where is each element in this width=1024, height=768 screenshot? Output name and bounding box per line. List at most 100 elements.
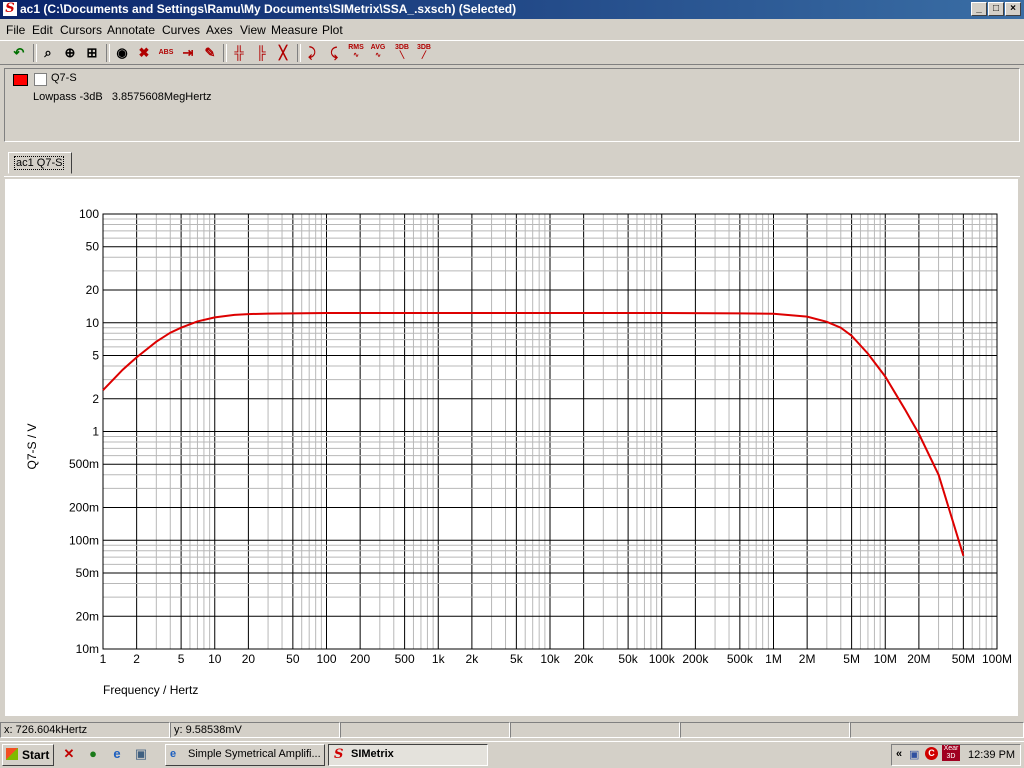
- window-title: ac1 (C:\Documents and Settings\Ramu\My D…: [20, 2, 517, 16]
- rms-icon-label: RMS: [348, 44, 364, 51]
- task-label: SIMetrix: [351, 748, 394, 760]
- new-axis-icon[interactable]: ╠: [251, 44, 271, 62]
- x-tick-label: 100: [316, 652, 336, 666]
- menu-measure[interactable]: Measure: [271, 23, 318, 37]
- legend-panel: Q7-S Lowpass -3dB 3.8575608MegHertz: [4, 68, 1020, 142]
- x-tick-label: 2: [133, 652, 140, 666]
- curve-select-checkbox[interactable]: [34, 73, 47, 86]
- close-button[interactable]: ×: [1005, 2, 1021, 16]
- status-bar: x: 726.604kHertz y: 9.58538mV: [0, 722, 1024, 739]
- delete-curve-icon[interactable]: ✖: [134, 44, 154, 62]
- menu-annotate[interactable]: Annotate: [107, 23, 155, 37]
- highpass-3db-icon-label: 3DB: [416, 44, 431, 51]
- toolbar-separator: [297, 44, 301, 62]
- lowpass-3db-icon[interactable]: 3DB ╲: [392, 44, 412, 62]
- y-axis-label: Q7-S / V: [25, 423, 39, 469]
- toolbar-separator: [106, 44, 110, 62]
- x-tick-label: 100M: [982, 652, 1012, 666]
- tab-ac1-q7s[interactable]: ac1 Q7-S: [8, 152, 72, 174]
- frequency-response-plot[interactable]: 1 2 5 10 20 50 100 200 500 1k 2k 5k 10k 20k 50k 100k 200…: [5, 179, 1018, 716]
- ie-task-icon: e: [170, 748, 177, 760]
- y-tick-label: 2: [92, 392, 99, 406]
- start-button[interactable]: Start: [2, 744, 54, 766]
- y-tick-label: 50: [86, 240, 100, 254]
- minimize-button[interactable]: _: [971, 2, 987, 16]
- zoom-box-icon[interactable]: ⊞: [82, 44, 102, 62]
- menu-curves[interactable]: Curves: [162, 23, 200, 37]
- system-tray: « ▣ C Xear 3D 12:39 PM: [891, 744, 1021, 766]
- lowpass-measurement: Lowpass -3dB 3.8575608MegHertz: [33, 91, 212, 103]
- x-tick-label: 2k: [466, 652, 480, 666]
- globe-icon[interactable]: ●: [85, 746, 101, 762]
- x-tick-label: 10M: [874, 652, 897, 666]
- highpass-3db-icon[interactable]: 3DB ╱: [414, 44, 434, 62]
- zoom-full-icon[interactable]: ⌕: [38, 44, 58, 62]
- cursor-y-readout: y: 9.58538mV: [170, 722, 340, 738]
- clock: 12:39 PM: [968, 749, 1016, 761]
- x-tick-label: 1k: [432, 652, 446, 666]
- maximize-button[interactable]: □: [988, 2, 1004, 16]
- y-tick-label: 10m: [76, 642, 99, 656]
- view-icon[interactable]: ◉: [112, 44, 132, 62]
- zoom-in-icon[interactable]: ⊕: [60, 44, 80, 62]
- show-desktop-icon[interactable]: ▣: [133, 746, 149, 762]
- move-curve-icon[interactable]: ⇥: [178, 44, 198, 62]
- menu-plot[interactable]: Plot: [322, 23, 343, 37]
- task-simetrix[interactable]: S SIMetrix: [328, 744, 488, 766]
- y-tick-label: 500m: [69, 457, 99, 471]
- lowpass-3db-icon-label: 3DB: [394, 44, 409, 51]
- menu-edit[interactable]: Edit: [32, 23, 53, 37]
- windows-logo-icon: [6, 748, 18, 760]
- title-bar[interactable]: S ac1 (C:\Documents and Settings\Ramu\My…: [0, 0, 1024, 19]
- tray-expand-icon[interactable]: «: [896, 748, 902, 760]
- y-tick-label: 20: [86, 283, 100, 297]
- graph-area[interactable]: 1 2 5 10 20 50 100 200 500 1k 2k 5k 10k 20k 50k 100k 200…: [5, 179, 1018, 716]
- x-tick-label: 500: [395, 652, 415, 666]
- menu-file[interactable]: File: [6, 23, 25, 37]
- x-tick-label: 200k: [682, 652, 709, 666]
- y-tick-label: 100: [79, 207, 99, 221]
- xear-3d-icon[interactable]: Xear 3D: [942, 745, 960, 761]
- x-tick-label: 10k: [540, 652, 560, 666]
- simetrix-app-icon[interactable]: S: [3, 2, 17, 16]
- y-tick-label: 5: [92, 348, 99, 362]
- rms-icon[interactable]: RMS ∿: [346, 44, 366, 62]
- x-tick-label: 20: [242, 652, 256, 666]
- undo-zoom-icon[interactable]: ↶: [9, 44, 29, 62]
- menu-bar: File Edit Cursors Annotate Curves Axes V…: [0, 20, 1024, 39]
- menu-cursors[interactable]: Cursors: [60, 23, 102, 37]
- toolbar-separator: [33, 44, 37, 62]
- avg-icon[interactable]: AVG ∿: [368, 44, 388, 62]
- series-line-q7s[interactable]: [102, 312, 965, 557]
- x-tick-label: 1M: [765, 652, 782, 666]
- fall-time-icon[interactable]: ⤹: [324, 44, 344, 62]
- y-tick-label: 100m: [69, 533, 99, 547]
- antivirus-icon[interactable]: C: [925, 747, 938, 760]
- y-tick-label: 20m: [76, 609, 99, 623]
- curve-color-swatch[interactable]: [13, 74, 28, 86]
- status-pane: [510, 722, 680, 738]
- x-tick-label: 50k: [618, 652, 638, 666]
- legend-curve-name[interactable]: Q7-S: [51, 72, 77, 84]
- abs-icon[interactable]: ABS: [156, 44, 176, 62]
- task-simple-symetrical-amplifier[interactable]: e Simple Symetrical Amplifi...: [165, 744, 325, 766]
- status-pane: [680, 722, 850, 738]
- x-tick-label: 100k: [649, 652, 676, 666]
- close-x-icon[interactable]: ✕: [61, 746, 77, 762]
- start-label: Start: [22, 748, 50, 762]
- menu-view[interactable]: View: [240, 23, 266, 37]
- toolbar-separator: [223, 44, 227, 62]
- delete-axis-icon[interactable]: ╳: [273, 44, 293, 62]
- avg-icon-label: AVG: [370, 44, 386, 51]
- rise-time-icon[interactable]: ⤸: [302, 44, 322, 62]
- new-grid-icon[interactable]: ╬: [229, 44, 249, 62]
- internet-explorer-icon[interactable]: e: [109, 746, 125, 762]
- y-tick-label: 1: [92, 425, 99, 439]
- x-tick-label: 50M: [952, 652, 975, 666]
- x-tick-label: 20k: [574, 652, 594, 666]
- edit-curve-icon[interactable]: ✎: [200, 44, 220, 62]
- network-icon[interactable]: ▣: [909, 748, 919, 761]
- x-tick-label: 10: [208, 652, 222, 666]
- menu-axes[interactable]: Axes: [206, 23, 233, 37]
- y-tick-label: 200m: [69, 501, 99, 515]
